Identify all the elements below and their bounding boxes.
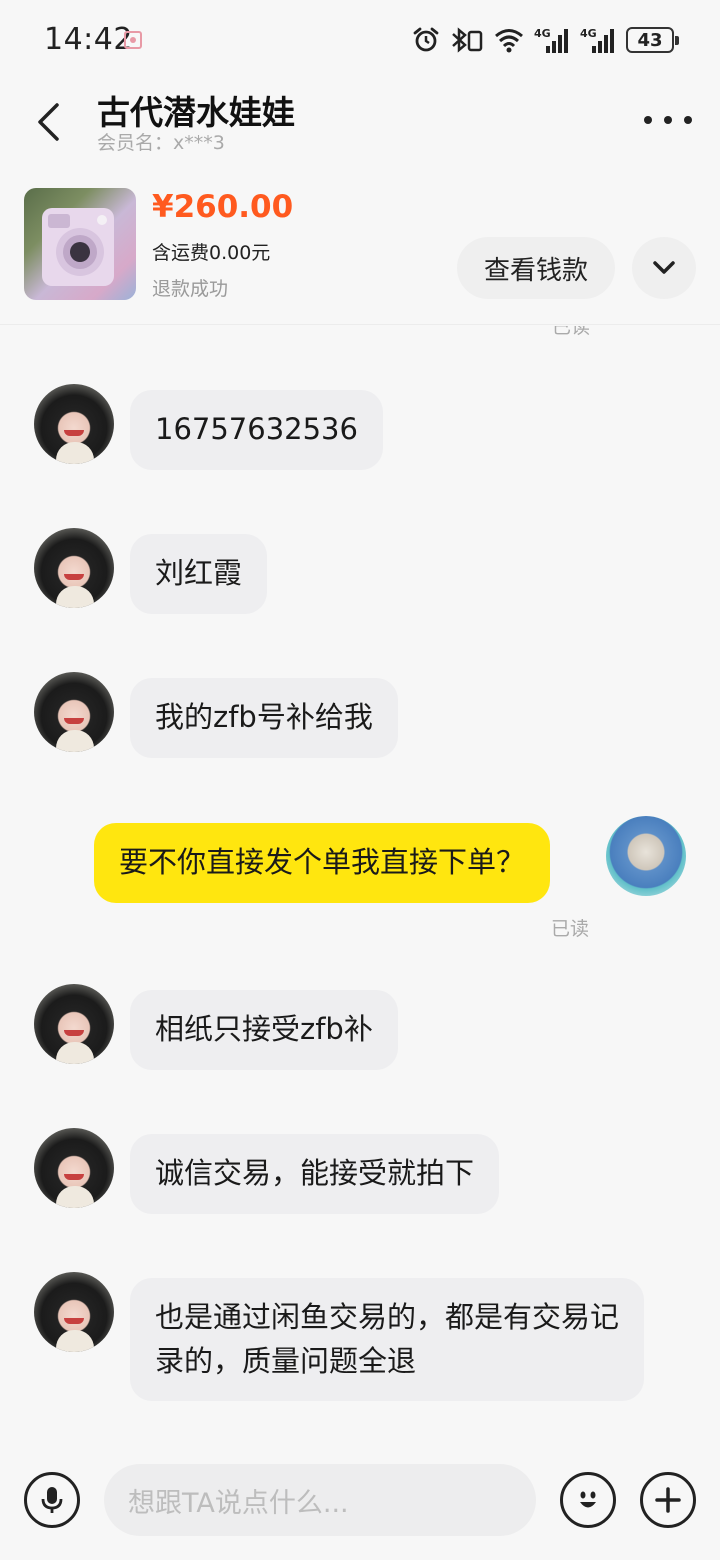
camera-image <box>42 208 114 286</box>
message-row: 16757632536 <box>0 384 720 470</box>
alarm-icon <box>413 27 439 52</box>
battery-icon: 43 <box>626 27 679 53</box>
contact-avatar[interactable] <box>34 1272 114 1352</box>
message-input[interactable]: 想跟TA说点什么... <box>104 1464 536 1536</box>
microphone-icon <box>41 1487 63 1513</box>
message-row: 诚信交易，能接受就拍下 <box>0 1128 720 1214</box>
order-status: 退款成功 <box>152 278 229 300</box>
expand-button[interactable] <box>632 237 696 299</box>
contact-avatar[interactable] <box>34 672 114 752</box>
emoji-icon <box>580 1491 596 1508</box>
contact-avatar[interactable] <box>34 984 114 1064</box>
battery-level: 43 <box>637 29 663 51</box>
message-bubble[interactable]: 我的zfb号补给我 <box>130 678 398 758</box>
message-bubble[interactable]: 相纸只接受zfb补 <box>130 990 398 1070</box>
message-list[interactable]: 已读 16757632536 刘红霞 我的zfb号补给我 要不你直接发个单我直接… <box>0 326 720 1448</box>
product-price: ¥260.00 <box>152 189 294 225</box>
chat-header: 古代潜水娃娃 会员名：x***3 <box>0 80 720 175</box>
more-dot-icon <box>684 116 692 124</box>
status-bar: 14:42 4G 4G 43 <box>0 0 720 80</box>
status-time: 14:42 <box>44 22 133 57</box>
notification-icon <box>124 31 142 49</box>
plus-icon <box>655 1487 681 1513</box>
signal-4g-icon-2: 4G <box>580 27 614 53</box>
message-row: 相纸只接受zfb补 <box>0 984 720 1070</box>
back-button[interactable] <box>26 98 70 146</box>
message-row: 也是通过闲鱼交易的，都是有交易记录的，质量问题全退 <box>0 1272 720 1402</box>
chevron-down-icon <box>653 261 675 274</box>
chevron-left-icon <box>38 103 59 141</box>
my-avatar[interactable] <box>606 816 686 896</box>
contact-avatar[interactable] <box>34 1128 114 1208</box>
product-thumbnail[interactable] <box>24 188 136 300</box>
message-bubble-self[interactable]: 要不你直接发个单我直接下单？ <box>94 823 551 903</box>
more-actions-button[interactable] <box>640 1472 696 1528</box>
message-bubble[interactable]: 刘红霞 <box>130 534 268 614</box>
member-name: 会员名：x***3 <box>97 132 225 154</box>
read-receipt: 已读 <box>551 326 590 338</box>
voice-button[interactable] <box>24 1472 80 1528</box>
read-receipt: 已读 <box>551 918 590 940</box>
contact-avatar[interactable] <box>34 384 114 464</box>
status-icons: 4G 4G 43 <box>412 24 679 56</box>
message-row-self: 要不你直接发个单我直接下单？ 已读 <box>0 816 720 940</box>
message-row: 刘红霞 <box>0 528 720 614</box>
message-bubble[interactable]: 16757632536 <box>130 390 383 470</box>
message-bubble[interactable]: 诚信交易，能接受就拍下 <box>130 1134 500 1214</box>
svg-text:4G: 4G <box>580 27 597 40</box>
more-dot-icon <box>644 116 652 124</box>
input-bar: 想跟TA说点什么... <box>0 1448 720 1560</box>
svg-text:4G: 4G <box>534 27 551 40</box>
message-row: 我的zfb号补给我 <box>0 672 720 758</box>
message-bubble[interactable]: 也是通过闲鱼交易的，都是有交易记录的，质量问题全退 <box>130 1278 644 1401</box>
product-card[interactable]: ¥260.00 含运费0.00元 退款成功 查看钱款 <box>0 175 720 325</box>
emoji-button[interactable] <box>560 1472 616 1528</box>
view-payment-button[interactable]: 查看钱款 <box>457 237 615 299</box>
contact-avatar[interactable] <box>34 528 114 608</box>
more-options-button[interactable] <box>644 102 692 138</box>
signal-4g-icon: 4G <box>534 27 568 53</box>
chat-title: 古代潜水娃娃 <box>97 93 295 132</box>
more-dot-icon <box>664 116 672 124</box>
product-shipping: 含运费0.00元 <box>152 242 271 264</box>
wifi-icon <box>495 29 523 53</box>
bluetooth-vibrate-icon <box>452 27 483 53</box>
